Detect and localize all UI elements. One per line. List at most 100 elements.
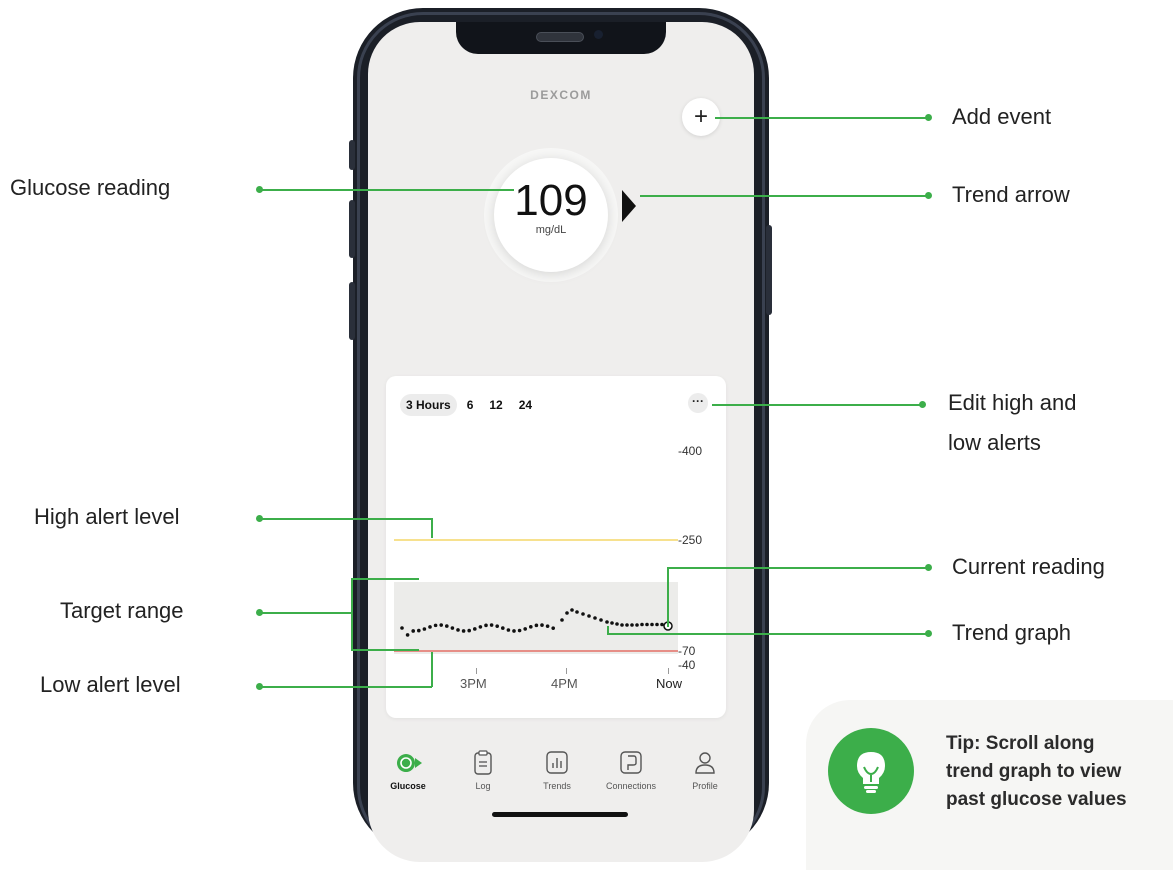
tip-text: Tip: Scroll along trend graph to view pa… xyxy=(946,730,1173,814)
nav-label-glucose: Glucose xyxy=(390,781,426,791)
trend-point xyxy=(467,628,471,633)
trend-point xyxy=(645,622,649,627)
trend-point xyxy=(605,620,609,624)
front-camera xyxy=(594,30,603,39)
target-range-band xyxy=(394,582,678,654)
phone-power-button xyxy=(766,225,772,315)
home-indicator xyxy=(492,812,628,817)
y-label-40: -40 xyxy=(678,658,696,672)
nav-glucose[interactable]: Glucose xyxy=(373,750,443,791)
trend-point xyxy=(405,633,410,637)
trend-point xyxy=(545,624,550,628)
annotation-leader xyxy=(351,578,353,651)
y-label-70: -70 xyxy=(678,644,696,658)
trend-point xyxy=(534,623,539,628)
trend-point xyxy=(551,626,555,630)
annotation-trend-arrow: Trend arrow xyxy=(952,182,1070,207)
trend-point xyxy=(495,624,499,628)
annotation-dot xyxy=(919,401,926,408)
trend-point xyxy=(565,611,569,615)
x-label-3pm: 3PM xyxy=(460,676,487,691)
tip-line1: Scroll along xyxy=(985,733,1095,754)
trend-point xyxy=(599,618,603,622)
trend-graph-card[interactable]: 3 Hours 6 12 24 ··· -400 -250 -70 -40 3P… xyxy=(386,376,726,718)
annotation-dot xyxy=(925,192,932,199)
phone-side-button xyxy=(349,140,355,170)
bar-chart-icon xyxy=(546,751,568,774)
annotation-leader xyxy=(431,652,433,687)
phone-volume-up xyxy=(349,200,355,258)
trend-point xyxy=(478,625,483,629)
trend-point xyxy=(575,610,579,614)
nav-label-trends: Trends xyxy=(543,781,571,791)
lightbulb-icon xyxy=(828,728,914,814)
trend-point xyxy=(523,627,527,631)
x-label-now: Now xyxy=(656,676,683,691)
trend-point xyxy=(517,628,522,633)
annotation-high-alert-level: High alert level xyxy=(34,504,180,529)
app-screen: DEXCOM + 109 mg/dL 3 Hours 6 12 24 ··· -… xyxy=(368,22,754,862)
glucose-reading-circle[interactable]: 109 mg/dL xyxy=(494,158,608,272)
trend-point xyxy=(610,621,614,625)
trend-point xyxy=(650,622,654,627)
trend-point xyxy=(473,627,477,631)
annotation-trend-graph: Trend graph xyxy=(952,620,1072,645)
trend-point xyxy=(433,623,438,628)
trend-point xyxy=(560,618,564,622)
trend-point xyxy=(593,616,597,620)
trend-point xyxy=(439,623,443,627)
annotation-low-alert-level: Low alert level xyxy=(40,672,181,697)
trend-point xyxy=(428,625,432,629)
annotation-dot xyxy=(925,630,932,637)
x-tick-now xyxy=(668,668,669,674)
x-tick-4pm xyxy=(566,668,567,674)
person-icon xyxy=(695,752,715,774)
trend-point xyxy=(587,614,591,618)
trend-point xyxy=(400,626,404,630)
nav-connections[interactable]: Connections xyxy=(596,750,666,791)
annotation-leader xyxy=(667,567,669,627)
x-label-4pm: 4PM xyxy=(551,676,578,691)
trend-point xyxy=(506,628,511,632)
annotation-dot xyxy=(925,564,932,571)
glucose-drop-icon xyxy=(397,754,422,773)
trend-point xyxy=(581,612,585,616)
nav-label-log: Log xyxy=(475,781,491,791)
annotation-add-event: Add event xyxy=(952,104,1052,129)
tip-line3: past glucose values xyxy=(946,789,1127,810)
annotation-glucose-reading: Glucose reading xyxy=(10,175,171,200)
trend-point xyxy=(484,623,488,628)
nav-log[interactable]: Log xyxy=(448,750,518,791)
annotation-leader xyxy=(260,612,352,614)
annotation-leader xyxy=(431,518,433,538)
trend-point xyxy=(450,626,455,630)
annotation-leader xyxy=(260,189,514,191)
annotation-edit-alerts-line2: low alerts xyxy=(948,430,1041,455)
clipboard-icon xyxy=(474,750,492,775)
annotation-current-reading: Current reading xyxy=(952,554,1105,579)
tip-prefix: Tip: xyxy=(946,733,981,754)
trend-point xyxy=(529,625,533,629)
nav-trends[interactable]: Trends xyxy=(522,750,592,791)
trend-graph-plot[interactable] xyxy=(386,376,726,676)
trend-point xyxy=(445,624,449,628)
trend-point xyxy=(655,622,659,627)
glucose-unit: mg/dL xyxy=(535,224,567,236)
annotation-edit-alerts-line1: Edit high and xyxy=(948,390,1077,415)
trend-point xyxy=(489,623,494,627)
trend-point xyxy=(512,629,516,633)
trend-point xyxy=(635,623,639,627)
y-label-250: -250 xyxy=(678,533,703,547)
annotation-leader xyxy=(607,633,928,635)
trend-point xyxy=(540,623,544,627)
annotation-dot xyxy=(925,114,932,121)
trend-point xyxy=(625,623,629,627)
bottom-nav: Glucose Log Trends Connections Profile xyxy=(368,750,754,806)
annotation-leader xyxy=(260,518,432,520)
phone-volume-down xyxy=(349,282,355,340)
annotation-target-range: Target range xyxy=(60,598,184,623)
trend-point xyxy=(630,623,634,627)
nav-profile[interactable]: Profile xyxy=(670,750,740,791)
annotation-leader xyxy=(351,578,419,580)
trend-point xyxy=(620,623,624,627)
